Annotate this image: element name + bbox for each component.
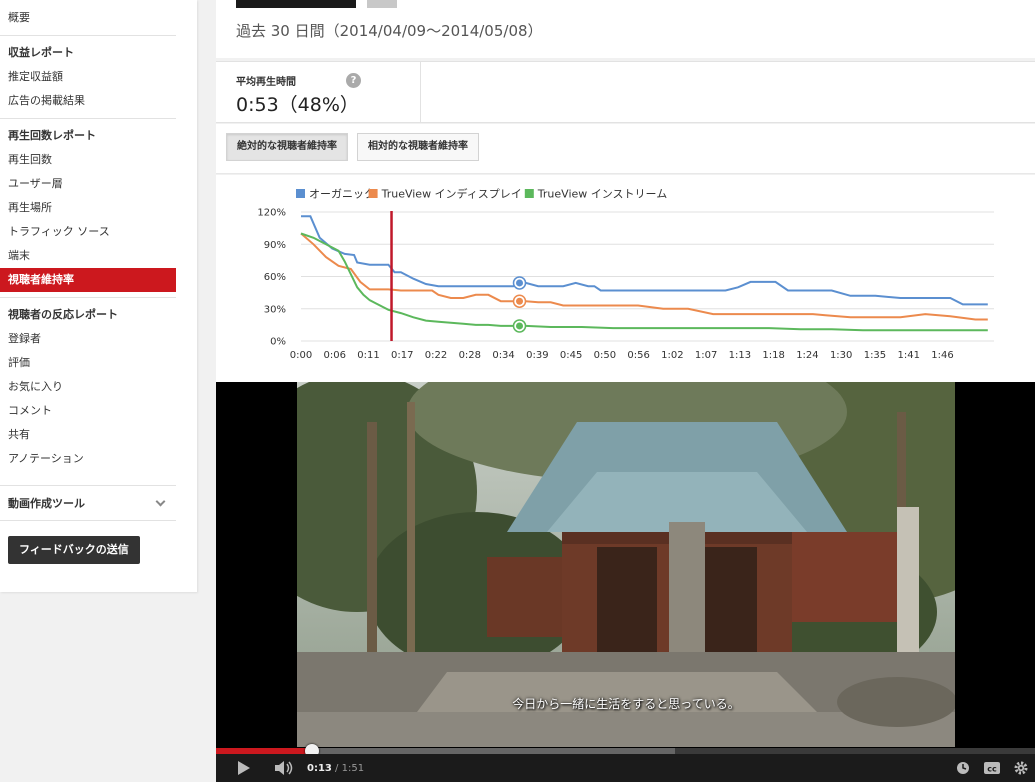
sidebar-item-annotations[interactable]: アノテーション <box>0 447 176 471</box>
legend-swatch-1 <box>368 189 378 198</box>
hover-point-0 <box>516 279 524 287</box>
x-tick-label: 1:24 <box>796 350 818 361</box>
retention-chart-svg: オーガニック TrueView インディスプレイ TrueView インストリーム 1… <box>257 187 994 361</box>
chevron-down-icon <box>155 496 166 506</box>
y-tick-label: 90% <box>264 240 286 251</box>
sidebar-item-audience-retention[interactable]: 視聴者維持率 <box>0 268 176 292</box>
sidebar-item-traffic-sources[interactable]: トラフィック ソース <box>0 220 176 244</box>
x-tick-label: 1:46 <box>931 350 953 361</box>
x-tick-label: 1:13 <box>729 350 751 361</box>
sidebar-item-demographics[interactable]: ユーザー層 <box>0 172 176 196</box>
x-tick-label: 1:18 <box>762 350 784 361</box>
y-tick-label: 0% <box>270 337 286 348</box>
x-tick-label: 0:11 <box>357 350 379 361</box>
main-content: 過去 30 日間（2014/04/09〜2014/05/08） 平均再生時間 ?… <box>216 0 1035 782</box>
player-controls: 0:13 / 1:51 cc <box>216 754 1035 782</box>
sidebar-divider <box>0 297 176 298</box>
video-badge <box>367 0 397 8</box>
x-tick-label: 0:06 <box>324 350 346 361</box>
x-tick-label: 0:50 <box>594 350 616 361</box>
x-tick-label: 1:30 <box>830 350 852 361</box>
x-tick-label: 0:45 <box>560 350 582 361</box>
time-total: 1:51 <box>341 763 365 774</box>
x-tick-label: 0:22 <box>425 350 447 361</box>
retention-tabs: 絶対的な視聴者維持率 相対的な視聴者維持率 <box>216 124 1035 174</box>
feedback-button[interactable]: フィードバックの送信 <box>8 536 140 564</box>
retention-chart: オーガニック TrueView インディスプレイ TrueView インストリーム 1… <box>216 175 1035 382</box>
sidebar-divider <box>0 118 176 119</box>
hover-point-1 <box>516 297 524 305</box>
x-tick-label: 1:41 <box>897 350 919 361</box>
sidebar-item-sharing[interactable]: 共有 <box>0 423 176 447</box>
series-line-2 <box>300 232 988 332</box>
x-tick-label: 1:35 <box>864 350 886 361</box>
stat-average-view-duration: 平均再生時間 ? 0:53（48%） <box>216 62 421 122</box>
legend-label-2: TrueView インストリーム <box>537 188 667 201</box>
sidebar-item-estimated-revenue[interactable]: 推定収益額 <box>0 65 176 89</box>
video-player: 今日から一緒に生活をすると思っている。 0:13 / 1:51 cc <box>216 382 1035 782</box>
video-header: 過去 30 日間（2014/04/09〜2014/05/08） <box>216 0 1035 58</box>
sidebar-item-devices[interactable]: 端末 <box>0 244 176 268</box>
x-tick-label: 0:56 <box>627 350 649 361</box>
sidebar-item-likes[interactable]: 評価 <box>0 351 176 375</box>
time-display: 0:13 / 1:51 <box>307 763 364 774</box>
sidebar-item-favorites[interactable]: お気に入り <box>0 375 176 399</box>
sidebar-item-ad-performance[interactable]: 広告の掲載結果 <box>0 89 176 113</box>
stat-value: 0:53（48%） <box>236 94 359 116</box>
stat-label: 平均再生時間 <box>236 77 296 88</box>
x-tick-label: 0:00 <box>290 350 312 361</box>
video-subtitle: 今日から一緒に生活をすると思っている。 <box>512 697 740 711</box>
clock-icon[interactable] <box>956 761 970 775</box>
sidebar-creator-tools[interactable]: 動画作成ツール <box>0 491 176 515</box>
sidebar-divider <box>0 520 176 521</box>
sidebar-item-overview[interactable]: 概要 <box>0 6 176 30</box>
play-icon[interactable] <box>236 759 252 777</box>
x-tick-label: 0:28 <box>459 350 481 361</box>
svg-text:cc: cc <box>987 765 997 774</box>
hover-point-2 <box>516 322 524 330</box>
time-current: 0:13 <box>307 763 332 774</box>
sidebar-header-engagement[interactable]: 視聴者の反応レポート <box>0 303 176 327</box>
volume-icon[interactable] <box>274 759 296 777</box>
x-tick-label: 1:02 <box>661 350 683 361</box>
sidebar-header-views[interactable]: 再生回数レポート <box>0 124 176 148</box>
video-frame[interactable]: 今日から一緒に生活をすると思っている。 <box>297 382 955 747</box>
captions-icon[interactable]: cc <box>983 761 1001 775</box>
x-tick-label: 0:34 <box>492 350 514 361</box>
x-tick-label: 0:39 <box>526 350 548 361</box>
sidebar-header-revenue[interactable]: 収益レポート <box>0 41 176 65</box>
sidebar-item-playback-locations[interactable]: 再生場所 <box>0 196 176 220</box>
video-thumbnail[interactable] <box>236 0 356 8</box>
tab-relative-retention[interactable]: 相対的な視聴者維持率 <box>357 133 479 161</box>
time-separator: / <box>331 763 342 774</box>
x-tick-label: 0:17 <box>391 350 413 361</box>
summary-stats: 平均再生時間 ? 0:53（48%） <box>216 61 1035 123</box>
question-icon[interactable]: ? <box>346 73 361 88</box>
legend-label-0: オーガニック <box>309 188 375 201</box>
sidebar-divider <box>0 35 176 36</box>
video-still <box>297 382 955 747</box>
legend-swatch-0 <box>296 189 305 198</box>
sidebar-item-comments[interactable]: コメント <box>0 399 176 423</box>
sidebar-item-views[interactable]: 再生回数 <box>0 148 176 172</box>
y-tick-label: 60% <box>264 272 286 283</box>
creator-tools-label: 動画作成ツール <box>8 497 85 510</box>
sidebar-divider <box>0 485 176 486</box>
legend-swatch-2 <box>524 189 534 198</box>
y-tick-label: 120% <box>257 208 286 219</box>
y-tick-label: 30% <box>264 304 286 315</box>
tab-absolute-retention[interactable]: 絶対的な視聴者維持率 <box>226 133 348 161</box>
x-tick-label: 1:07 <box>695 350 717 361</box>
legend-label-1: TrueView インディスプレイ <box>381 187 522 201</box>
sidebar-item-subscribers[interactable]: 登録者 <box>0 327 176 351</box>
sidebar: 概要 収益レポート 推定収益額 広告の掲載結果 再生回数レポート 再生回数 ユー… <box>0 0 197 592</box>
date-range[interactable]: 過去 30 日間（2014/04/09〜2014/05/08） <box>236 20 543 41</box>
gear-icon[interactable] <box>1013 760 1029 776</box>
